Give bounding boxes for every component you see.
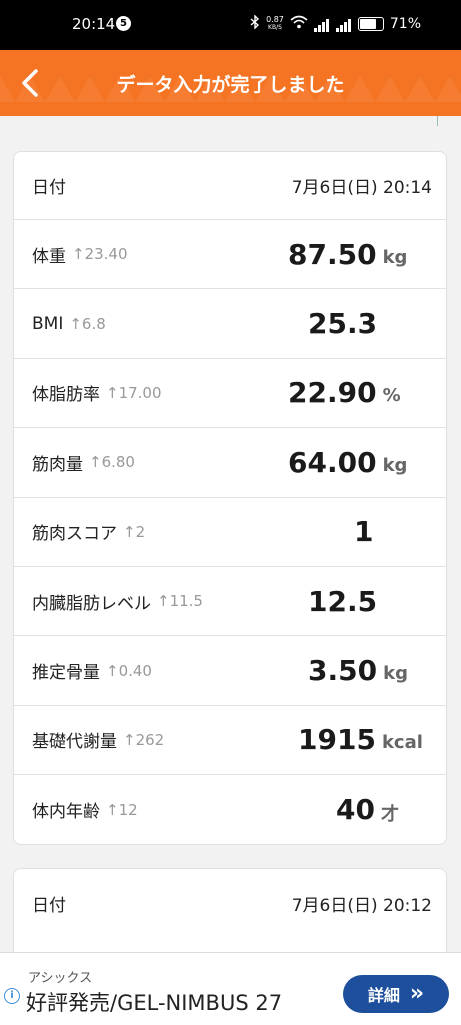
body-fat-unit: % bbox=[382, 385, 401, 407]
scroll-indicator bbox=[437, 116, 438, 126]
battery-icon bbox=[357, 17, 384, 31]
bmr-unit: kcal bbox=[381, 732, 423, 754]
muscle-mass-label: 筋肉量 bbox=[32, 454, 83, 475]
ad-brand: アシックス bbox=[28, 971, 93, 986]
bone-mass-unit: kg bbox=[383, 663, 408, 685]
weight-delta: ↑23.40 bbox=[72, 245, 128, 264]
weight-unit: kg bbox=[382, 246, 408, 268]
muscle-mass-delta: ↑6.80 bbox=[89, 453, 135, 472]
app-header: データ入力が完了しました bbox=[0, 50, 461, 116]
bmr-label: 基礎代謝量 bbox=[32, 732, 117, 753]
date-value: 7月6日(日) 20:14 bbox=[291, 178, 432, 198]
battery-level: 71% bbox=[389, 16, 421, 32]
ad-banner[interactable]: i アシックス 好評発売/GEL-NIMBUS 27 詳細 » bbox=[0, 952, 461, 1025]
bluetooth-icon bbox=[250, 14, 260, 33]
date-label: 日付 bbox=[32, 895, 66, 916]
notification-badge: 5 bbox=[116, 16, 131, 31]
page-title: データ入力が完了しました bbox=[116, 74, 345, 96]
body-fat-row: 体脂肪率 ↑17.00 22.90% bbox=[14, 359, 446, 429]
muscle-score-row: 筋肉スコア ↑2 1 bbox=[14, 498, 446, 567]
status-icons: 0.87 KB/S 71% bbox=[250, 14, 421, 33]
bmr-value: 1915 bbox=[298, 723, 376, 757]
ad-button-label: 詳細 bbox=[367, 986, 400, 1005]
bmi-value: 25.3 bbox=[308, 307, 378, 341]
muscle-score-label: 筋肉スコア bbox=[32, 524, 117, 545]
ad-details-button[interactable]: 詳細 » bbox=[343, 975, 449, 1013]
body-age-delta: ↑12 bbox=[106, 800, 138, 819]
bmi-label: BMI bbox=[32, 313, 64, 334]
date-label: 日付 bbox=[32, 178, 66, 198]
weight-label: 体重 bbox=[32, 246, 66, 267]
body-fat-value: 22.90 bbox=[288, 376, 377, 410]
bone-mass-value: 3.50 bbox=[308, 654, 378, 688]
bmr-delta: ↑262 bbox=[123, 730, 165, 749]
visceral-fat-value: 12.5 bbox=[308, 584, 378, 618]
weight-row: 体重 ↑23.40 87.50 kg bbox=[14, 220, 446, 290]
visceral-fat-label: 内臓脂肪レベル bbox=[32, 593, 151, 614]
bmi-row: BMI ↑6.8 25.3 bbox=[14, 289, 446, 359]
visceral-fat-delta: ↑11.5 bbox=[157, 592, 203, 611]
bone-mass-label: 推定骨量 bbox=[32, 663, 100, 684]
bmr-row: 基礎代謝量 ↑262 1915 kcal bbox=[14, 706, 446, 776]
body-fat-delta: ↑17.00 bbox=[106, 383, 162, 402]
double-chevron-icon: » bbox=[409, 981, 425, 1006]
muscle-mass-row: 筋肉量 ↑6.80 64.00 kg bbox=[14, 428, 446, 498]
bone-mass-row: 推定骨量 ↑0.40 3.50 kg bbox=[14, 636, 446, 706]
info-icon[interactable]: i bbox=[4, 988, 20, 1004]
body-age-label: 体内年齢 bbox=[32, 802, 100, 823]
muscle-score-value: 1 bbox=[354, 515, 374, 549]
body-age-value: 40 bbox=[336, 793, 375, 827]
weight-value: 87.50 bbox=[288, 237, 377, 271]
status-time: 20:14 bbox=[72, 15, 116, 33]
signal-icon bbox=[313, 16, 330, 32]
status-bar: 20:14 5 0.87 KB/S 71% bbox=[0, 0, 461, 50]
muscle-mass-unit: kg bbox=[382, 454, 408, 476]
date-row: 日付 7月6日(日) 20:12 bbox=[14, 869, 446, 937]
body-age-row: 体内年齢 ↑12 40 才 bbox=[14, 775, 446, 844]
date-row: 日付 7月6日(日) 20:14 bbox=[14, 152, 446, 220]
visceral-fat-row: 内臓脂肪レベル ↑11.5 12.5 bbox=[14, 567, 446, 637]
date-value: 7月6日(日) 20:12 bbox=[291, 895, 432, 916]
network-speed: 0.87 KB/S bbox=[266, 15, 284, 32]
wifi-icon bbox=[290, 15, 308, 33]
body-age-unit: 才 bbox=[380, 803, 399, 825]
muscle-mass-value: 64.00 bbox=[288, 445, 377, 479]
bone-mass-delta: ↑0.40 bbox=[106, 661, 152, 680]
body-fat-label: 体脂肪率 bbox=[32, 385, 100, 406]
muscle-score-delta: ↑2 bbox=[123, 522, 146, 541]
record-card: 日付 7月6日(日) 20:14 体重 ↑23.40 87.50 kg BMI ↑6.… bbox=[13, 151, 447, 845]
ad-title: 好評発売/GEL-NIMBUS 27 bbox=[26, 991, 283, 1015]
bmi-delta: ↑6.8 bbox=[69, 314, 106, 333]
signal-icon-2 bbox=[335, 16, 352, 32]
